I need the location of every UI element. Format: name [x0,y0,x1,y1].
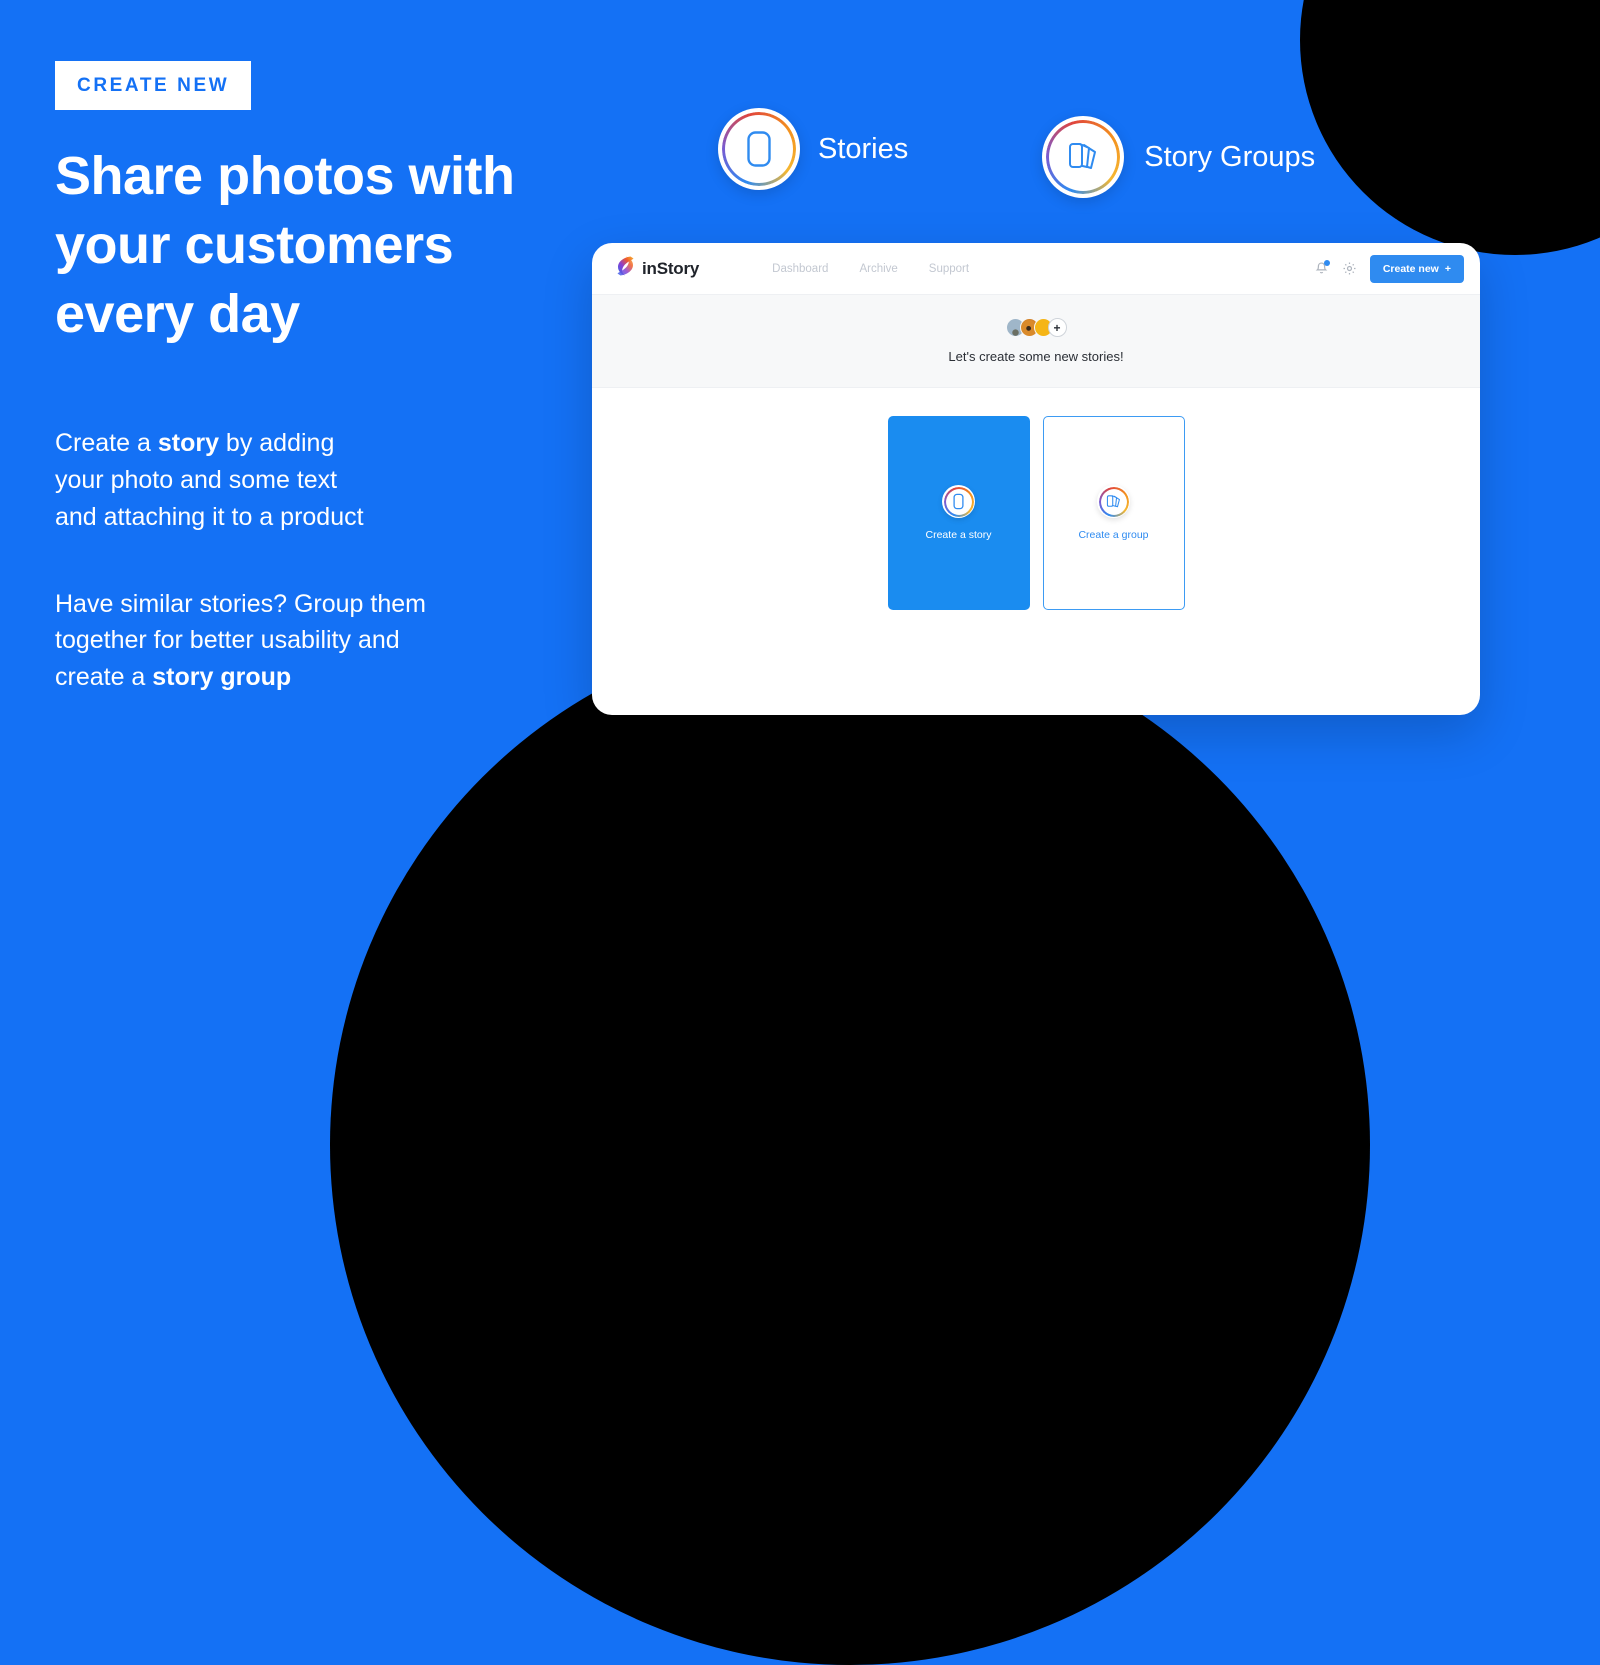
eyebrow-badge: CREATE NEW [55,61,252,110]
instory-swirl-logo-icon [616,255,635,282]
headline-line-1: Share photos with [55,146,515,206]
create-a-story-card[interactable]: Create a story [887,416,1030,610]
para2-line1: Have similar stories? Group them [55,589,426,618]
banner-message: Let's create some new stories! [948,349,1124,364]
add-avatar-button[interactable]: + [1047,318,1067,337]
paragraph-story: Create a story by adding your photo and … [55,425,615,535]
app-header: inStory Dashboard Archive Support Create… [592,243,1480,295]
create-new-button[interactable]: Create new + [1369,254,1464,283]
welcome-banner: + Let's create some new stories! [592,295,1480,388]
header-actions: Create new + [1314,254,1464,283]
notification-badge-dot [1323,260,1330,266]
create-a-story-label: Create a story [925,529,992,541]
story-group-cards-icon [1097,485,1130,518]
app-window: inStory Dashboard Archive Support Create… [592,243,1480,715]
para2-bold-story-group: story group [152,663,292,692]
para2-part3: create a [55,663,153,692]
app-logo-name: inStory [642,258,700,278]
decorative-black-circle-top-right [1300,0,1600,255]
notification-bell-icon[interactable] [1314,260,1330,276]
badge-story-groups-label: Story Groups [1144,140,1316,173]
app-nav: Dashboard Archive Support [772,263,969,275]
para1-part1: Create a [55,429,158,458]
decorative-black-circle-bottom-left [330,625,1370,1665]
nav-item-archive[interactable]: Archive [859,263,897,275]
feature-badges: Stories Story Groups [718,108,1315,198]
create-new-label: Create new [1382,262,1439,275]
para1-line3: and attaching it to a product [55,502,364,531]
create-a-group-card[interactable]: Create a group [1042,416,1185,610]
create-a-group-label: Create a group [1078,529,1149,541]
para1-bold-story: story [157,429,219,458]
badge-story-groups: Story Groups [1042,116,1315,198]
nav-item-dashboard[interactable]: Dashboard [772,263,828,275]
story-phone-icon [942,485,975,518]
badge-stories: Stories [718,108,908,190]
story-phone-icon [718,108,800,190]
plus-icon: + [1444,262,1451,275]
promo-column: CREATE NEW Share photos with your custom… [55,0,615,696]
story-group-cards-icon [1042,116,1125,198]
para1-part2: by adding [218,429,335,458]
para2-line2: together for better usability and [55,626,400,655]
para1-line2: your photo and some text [55,466,338,495]
avatar-stack: + [1005,318,1067,337]
headline-line-2: your customers [55,215,454,276]
page-title: Share photos with your customers every d… [55,142,615,349]
nav-item-support[interactable]: Support [929,263,969,275]
settings-gear-icon[interactable] [1342,261,1357,276]
paragraph-group: Have similar stories? Group them togethe… [55,586,615,696]
create-options: Create a story Create a group [592,388,1480,610]
badge-stories-label: Stories [818,132,909,165]
app-logo[interactable]: inStory [616,255,699,282]
headline-line-3: every day [55,284,300,345]
